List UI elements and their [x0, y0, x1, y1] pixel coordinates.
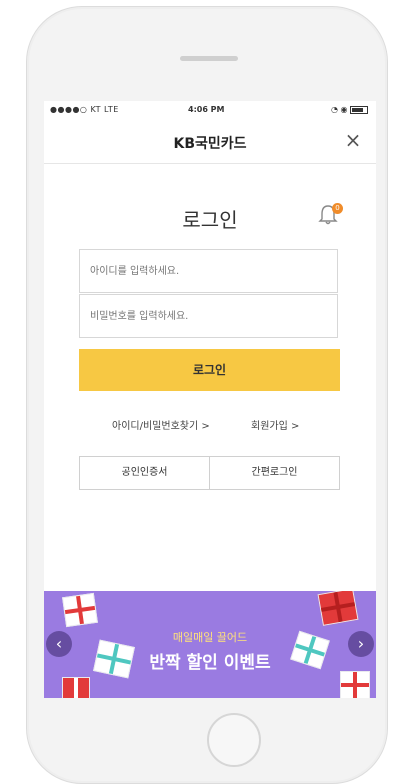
id-input[interactable] — [79, 249, 338, 293]
simple-login-button[interactable]: 간편로그인 — [209, 457, 339, 489]
alarm-icon: ◉ — [340, 105, 348, 114]
password-input[interactable] — [79, 294, 338, 338]
notification-button[interactable]: 0 — [317, 203, 343, 229]
login-button[interactable]: 로그인 — [79, 349, 340, 391]
phone-speaker — [180, 56, 238, 61]
banner-next-button[interactable]: › — [348, 631, 374, 657]
event-banner[interactable]: 매일매일 끌어드 반짝 할인 이벤트 ‹ › — [44, 591, 376, 698]
app-title: KB국민카드 — [173, 136, 247, 152]
gift-icon — [317, 591, 359, 626]
carrier-text: ●●●●○ KT LTE — [50, 105, 119, 114]
find-id-password-link[interactable]: 아이디/비밀번호찾기 > — [112, 417, 210, 432]
status-icons: ◔ ◉ — [331, 105, 368, 114]
app-screen: ●●●●○ KT LTE 4:06 PM ◔ ◉ KB국민카드 × 로그인 0 … — [44, 101, 376, 698]
battery-icon — [350, 105, 368, 114]
account-links: 아이디/비밀번호찾기 > 회원가입 > — [44, 417, 376, 433]
chevron-left-icon: ‹ — [55, 634, 63, 653]
notification-badge: 0 — [332, 203, 343, 214]
title-bar: KB국민카드 × — [44, 119, 376, 164]
banner-subtitle: 매일매일 끌어드 — [172, 631, 248, 644]
status-bar: ●●●●○ KT LTE 4:06 PM ◔ ◉ — [44, 101, 376, 119]
home-button[interactable] — [207, 713, 261, 767]
gift-icon — [340, 671, 370, 698]
banner-title: 반짝 할인 이벤트 — [149, 653, 271, 673]
certificate-login-button[interactable]: 공인인증서 — [80, 457, 209, 489]
chevron-right-icon: › — [357, 634, 365, 653]
gift-icon — [62, 592, 98, 628]
wifi-icon: ◔ — [330, 105, 338, 114]
banner-prev-button[interactable]: ‹ — [46, 631, 72, 657]
close-icon[interactable]: × — [342, 129, 364, 151]
sign-up-link[interactable]: 회원가입 > — [251, 417, 299, 432]
status-time: 4:06 PM — [188, 105, 225, 114]
login-method-row: 공인인증서 간편로그인 — [79, 456, 340, 490]
gift-icon — [62, 677, 90, 698]
